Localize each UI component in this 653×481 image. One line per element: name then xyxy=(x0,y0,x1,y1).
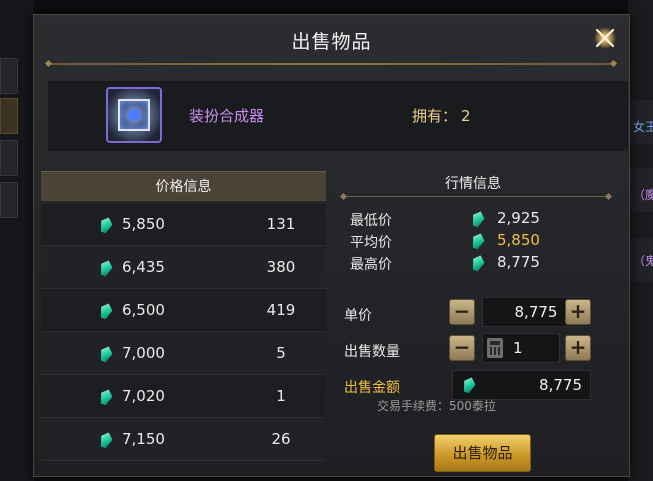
gem-icon xyxy=(98,301,115,320)
price-value: 6,435 xyxy=(122,258,165,276)
close-button[interactable] xyxy=(590,23,620,53)
price-row[interactable]: 6,435 380 xyxy=(41,246,326,289)
sell-button[interactable]: 出售物品 xyxy=(434,434,531,472)
gem-icon xyxy=(470,231,487,250)
price-count: 5 xyxy=(276,344,286,362)
total-amount-field: 8,775 xyxy=(452,370,591,400)
market-min-row: 最低价 2,925 xyxy=(350,208,600,230)
item-icon xyxy=(106,87,162,143)
price-row[interactable]: 7,000 5 xyxy=(41,332,326,375)
price-count: 131 xyxy=(266,215,296,233)
total-label: 出售金额 xyxy=(344,380,400,396)
background-tab xyxy=(0,58,18,94)
fee-text: 交易手续费：500泰拉 xyxy=(377,399,496,413)
gem-icon xyxy=(98,430,115,449)
price-value: 7,020 xyxy=(122,387,165,405)
item-info-bar: 装扮合成器 拥有： 2 xyxy=(48,81,628,151)
background-text: （魔 xyxy=(633,188,653,202)
gem-icon xyxy=(470,253,487,272)
gem-icon xyxy=(470,209,487,228)
avg-price-label: 平均价 xyxy=(350,235,392,251)
quantity-decrease-button[interactable]: − xyxy=(449,335,475,361)
min-price-label: 最低价 xyxy=(350,213,392,229)
price-row[interactable]: 5,850 131 xyxy=(41,203,326,246)
price-value: 5,850 xyxy=(122,215,165,233)
market-avg-row: 平均价 5,850 xyxy=(350,230,600,252)
background-tab xyxy=(0,182,18,218)
background-tab xyxy=(0,98,18,134)
total-value: 8,775 xyxy=(539,376,582,394)
price-count: 26 xyxy=(271,430,291,448)
unit-price-increase-button[interactable]: + xyxy=(565,299,591,325)
gem-icon xyxy=(98,215,115,234)
background-tab xyxy=(0,140,18,176)
unit-price-decrease-button[interactable]: − xyxy=(449,299,475,325)
quantity-label: 出售数量 xyxy=(344,344,400,360)
gem-icon xyxy=(98,258,115,277)
price-row[interactable]: 7,020 1 xyxy=(41,375,326,418)
price-count: 419 xyxy=(266,301,296,319)
price-row[interactable]: 6,500 419 xyxy=(41,289,326,332)
market-divider xyxy=(343,196,609,197)
gem-icon xyxy=(98,344,115,363)
min-price-value: 2,925 xyxy=(497,209,540,227)
quantity-value: 1 xyxy=(513,339,523,357)
price-value: 7,150 xyxy=(122,430,165,448)
title-divider xyxy=(48,63,614,65)
price-info-header: 价格信息 xyxy=(41,171,326,201)
item-name: 装扮合成器 xyxy=(189,107,265,125)
dialog-title: 出售物品 xyxy=(291,31,372,53)
sell-item-dialog: 出售物品 装扮合成器 拥有： 2 价格信息 5,850 131 6,435 38… xyxy=(33,14,630,477)
gem-icon xyxy=(461,375,478,394)
price-value: 7,000 xyxy=(122,344,165,362)
price-value: 6,500 xyxy=(122,301,165,319)
calculator-icon[interactable] xyxy=(487,338,503,358)
price-list: 5,850 131 6,435 380 6,500 419 7,000 5 7,… xyxy=(41,203,326,461)
quantity-increase-button[interactable]: + xyxy=(565,335,591,361)
close-icon xyxy=(594,27,616,49)
price-row[interactable]: 7,150 26 xyxy=(41,418,326,461)
gem-icon xyxy=(98,387,115,406)
avg-price-value: 5,850 xyxy=(497,231,540,249)
price-count: 1 xyxy=(276,387,286,405)
market-info-title: 行情信息 xyxy=(445,176,501,192)
market-max-row: 最高价 8,775 xyxy=(350,252,600,274)
owned-count: 拥有： 2 xyxy=(412,107,471,125)
background-text: （鬼 xyxy=(633,254,653,268)
max-price-value: 8,775 xyxy=(497,253,540,271)
unit-price-label: 单价 xyxy=(344,308,372,324)
price-count: 380 xyxy=(266,258,296,276)
max-price-label: 最高价 xyxy=(350,257,392,273)
background-text: 女王 xyxy=(633,120,653,134)
